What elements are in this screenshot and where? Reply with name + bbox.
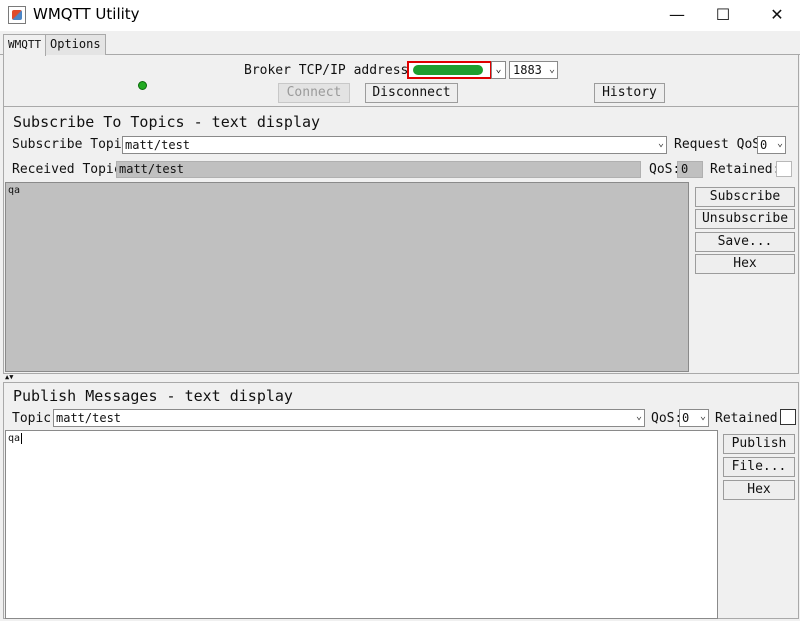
publish-title: Publish Messages - text display xyxy=(13,387,293,405)
chevron-down-icon: ⌄ xyxy=(657,138,664,149)
tab-wmqtt[interactable]: WMQTT xyxy=(3,34,47,56)
split-divider[interactable] xyxy=(0,374,800,382)
received-qos-label: QoS: xyxy=(649,162,681,177)
publish-topic-combo[interactable]: matt/test ⌄ xyxy=(53,409,645,427)
received-message-text: qa xyxy=(8,185,21,196)
disconnect-button[interactable]: Disconnect xyxy=(365,83,458,103)
tab-strip xyxy=(0,31,800,55)
port-combo[interactable]: 1883 ⌄ xyxy=(509,61,558,79)
maximize-button[interactable]: ☐ xyxy=(700,0,746,31)
subscribe-topic-label: Subscribe Topic: xyxy=(12,137,138,152)
publish-hex-button[interactable]: Hex xyxy=(723,480,795,500)
collapse-arrows-icon[interactable]: ▲▼ xyxy=(5,374,13,381)
subscribe-topic-combo[interactable]: matt/test ⌄ xyxy=(122,136,667,154)
received-qos-field: 0 xyxy=(677,161,703,178)
file-button[interactable]: File... xyxy=(723,457,795,477)
chevron-down-icon: ⌄ xyxy=(699,411,706,422)
connection-status-icon xyxy=(138,81,147,90)
received-topic-label: Received Topic: xyxy=(12,162,130,177)
subscribe-title: Subscribe To Topics - text display xyxy=(13,113,321,131)
port-value: 1883 xyxy=(513,63,542,77)
subscribe-topic-value: matt/test xyxy=(125,138,191,152)
unsubscribe-button[interactable]: Unsubscribe xyxy=(695,209,795,229)
text-cursor xyxy=(21,433,23,444)
request-qos-combo[interactable]: 0 ⌄ xyxy=(757,136,786,154)
received-message-area[interactable]: qa xyxy=(5,182,689,372)
close-button[interactable]: ✕ xyxy=(754,0,800,31)
publish-qos-value: 0 xyxy=(682,411,690,425)
publish-message-text: qa xyxy=(8,433,21,444)
window-title: WMQTT Utility xyxy=(33,5,140,23)
publish-topic-label: Topic: xyxy=(12,411,59,426)
tab-options[interactable]: Options xyxy=(45,34,106,55)
received-retained-label: Retained: xyxy=(710,162,781,177)
broker-address-label: Broker TCP/IP address: xyxy=(244,63,417,78)
broker-address-input[interactable] xyxy=(407,61,492,79)
publish-topic-value: matt/test xyxy=(56,411,122,425)
redacted-address xyxy=(413,65,483,75)
received-topic-value: matt/test xyxy=(119,162,185,176)
request-qos-value: 0 xyxy=(760,138,768,152)
chevron-down-icon: ⌄ xyxy=(635,411,642,422)
request-qos-label: Request QoS: xyxy=(674,137,768,152)
chevron-down-icon: ⌄ xyxy=(548,64,555,75)
connect-button[interactable]: Connect xyxy=(278,83,350,103)
chevron-down-icon: ⌄ xyxy=(776,138,783,149)
received-topic-field: matt/test xyxy=(116,161,641,178)
subscribe-button[interactable]: Subscribe xyxy=(695,187,795,207)
subscribe-hex-button[interactable]: Hex xyxy=(695,254,795,274)
java-app-icon xyxy=(8,6,26,24)
save-button[interactable]: Save... xyxy=(695,232,795,252)
publish-button[interactable]: Publish xyxy=(723,434,795,454)
publish-qos-combo[interactable]: 0 ⌄ xyxy=(679,409,709,427)
publish-qos-label: QoS: xyxy=(651,411,683,426)
received-retained-checkbox xyxy=(776,161,792,177)
history-button[interactable]: History xyxy=(594,83,665,103)
publish-message-area[interactable]: qa xyxy=(5,430,718,619)
broker-address-dropdown-icon[interactable]: ⌄ xyxy=(491,61,506,79)
publish-retained-checkbox[interactable] xyxy=(780,409,796,425)
minimize-button[interactable]: — xyxy=(654,0,700,31)
received-qos-value: 0 xyxy=(681,162,689,176)
publish-retained-label: Retained: xyxy=(715,411,786,426)
